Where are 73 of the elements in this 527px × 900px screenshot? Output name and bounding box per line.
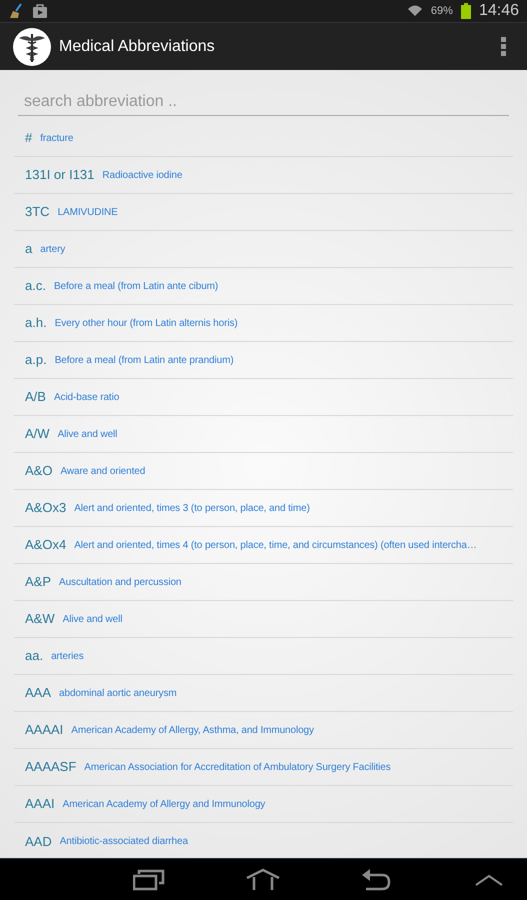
abbreviation-row[interactable]: A&P Auscultation and percussion <box>14 564 513 601</box>
abbreviation: A&O <box>25 462 52 480</box>
meaning: Alive and well <box>62 612 122 626</box>
meaning: Every other hour (from Latin alternis horis) <box>54 316 238 330</box>
abbreviation: 3TC <box>25 203 50 222</box>
app-title: Medical Abbreviations <box>59 36 215 56</box>
meaning: Before a meal (from Latin ante prandium) <box>54 354 234 368</box>
meaning: Antibiotic-associated diarrhea <box>60 835 188 849</box>
abbreviation-row[interactable]: A&O Aware and oriented <box>14 453 513 490</box>
abbreviation: aa. <box>25 647 44 666</box>
meaning: artery <box>40 242 66 256</box>
meaning: Aware and oriented <box>60 464 146 478</box>
abbreviation: A&P <box>25 573 52 592</box>
meaning: Acid-base ratio <box>54 390 120 404</box>
abbreviation: a <box>25 240 32 258</box>
abbreviation: AAA <box>25 684 52 702</box>
abbreviation-row[interactable]: a.p. Before a meal (from Latin ante prandium) <box>14 342 513 379</box>
meaning: American Association for Accreditation of Ambulatory Surgery Facilities <box>84 760 391 774</box>
recent-apps-icon[interactable] <box>133 869 165 891</box>
meaning: abdominal aortic aneurysm <box>59 686 177 700</box>
abbreviation-row[interactable]: AAAASF American Association for Accreditation of Ambulatory Surgery Facilities <box>14 749 513 786</box>
abbreviation-row[interactable]: AAAI American Academy of Allergy and Immunology <box>14 786 513 823</box>
meaning: Alert and oriented, times 4 (to person, place, time, and circumstances) (often used intercha… <box>74 538 477 552</box>
abbreviation: AAAAI <box>25 721 64 740</box>
meaning: fracture <box>40 132 74 146</box>
abbreviation-row[interactable]: A&W Alive and well <box>14 601 513 638</box>
meaning: American Academy of Allergy and Immunology <box>62 798 266 812</box>
abbreviation: A/W <box>25 425 50 444</box>
abbreviation-row[interactable]: A/W Alive and well <box>14 416 513 453</box>
abbreviation-row[interactable]: # fracture <box>14 120 513 157</box>
abbreviation: a.h. <box>25 314 47 332</box>
wifi-icon <box>406 3 423 19</box>
meaning: LAMIVUDINE <box>58 206 118 220</box>
abbreviation: AAAI <box>25 795 55 814</box>
meaning: arteries <box>51 650 84 664</box>
broom-icon <box>8 3 24 19</box>
abbreviation: A&Ox4 <box>25 536 66 554</box>
abbreviation-row[interactable]: AAA abdominal aortic aneurysm <box>14 675 513 712</box>
abbreviation-row[interactable]: A&Ox4 Alert and oriented, times 4 (to person, place, time, and circumstances) (often used intercha… <box>14 527 513 564</box>
abbreviation-row[interactable]: 3TC LAMIVUDINE <box>14 194 513 231</box>
clock: 14:46 <box>478 1 519 21</box>
search-field[interactable]: search abbreviation .. <box>18 88 509 116</box>
abbreviation-row[interactable]: a artery <box>14 231 513 268</box>
abbreviation-row[interactable]: a.c. Before a meal (from Latin ante cibum) <box>14 268 513 305</box>
abbreviation-row[interactable]: A&Ox3 Alert and oriented, times 3 (to person, place, and time) <box>14 490 513 527</box>
meaning: American Academy of Allergy, Asthma, and Immunology <box>71 724 314 738</box>
caduceus-logo-icon <box>13 28 51 66</box>
abbreviation: A&Ox3 <box>25 499 66 518</box>
back-icon[interactable] <box>362 868 392 892</box>
meaning: Alert and oriented, times 3 (to person, place, and time) <box>74 502 310 516</box>
meaning: Radioactive iodine <box>102 168 182 182</box>
caret-up-icon[interactable] <box>475 874 503 886</box>
battery-icon <box>460 3 471 19</box>
meaning: Auscultation and percussion <box>59 576 182 590</box>
abbreviation-row[interactable]: aa. arteries <box>14 638 513 675</box>
abbreviation: a.c. <box>25 277 46 296</box>
abbreviation: A&W <box>25 610 55 628</box>
abbreviation-row[interactable]: a.h. Every other hour (from Latin alternis horis) <box>14 305 513 342</box>
abbreviation-row[interactable]: A/B Acid-base ratio <box>14 379 513 416</box>
abbreviation-row[interactable]: AAAAI American Academy of Allergy, Asthma, and Immunology <box>14 712 513 749</box>
abbreviation-row[interactable]: AAD Antibiotic-associated diarrhea <box>14 823 513 858</box>
abbreviation-row[interactable]: 131I or I131 Radioactive iodine <box>14 157 513 194</box>
abbreviation: AAAASF <box>25 758 76 776</box>
abbreviation: # <box>25 129 32 148</box>
home-icon[interactable] <box>245 868 281 892</box>
abbreviation: a.p. <box>25 351 47 370</box>
meaning: Before a meal (from Latin ante cibum) <box>54 280 218 294</box>
play-store-icon <box>32 3 48 19</box>
abbreviation: AAD <box>25 832 52 851</box>
battery-percent: 69% <box>430 4 453 19</box>
abbreviation: 131I or I131 <box>25 166 94 184</box>
meaning: Alive and well <box>58 428 118 442</box>
abbreviation: A/B <box>25 388 46 406</box>
